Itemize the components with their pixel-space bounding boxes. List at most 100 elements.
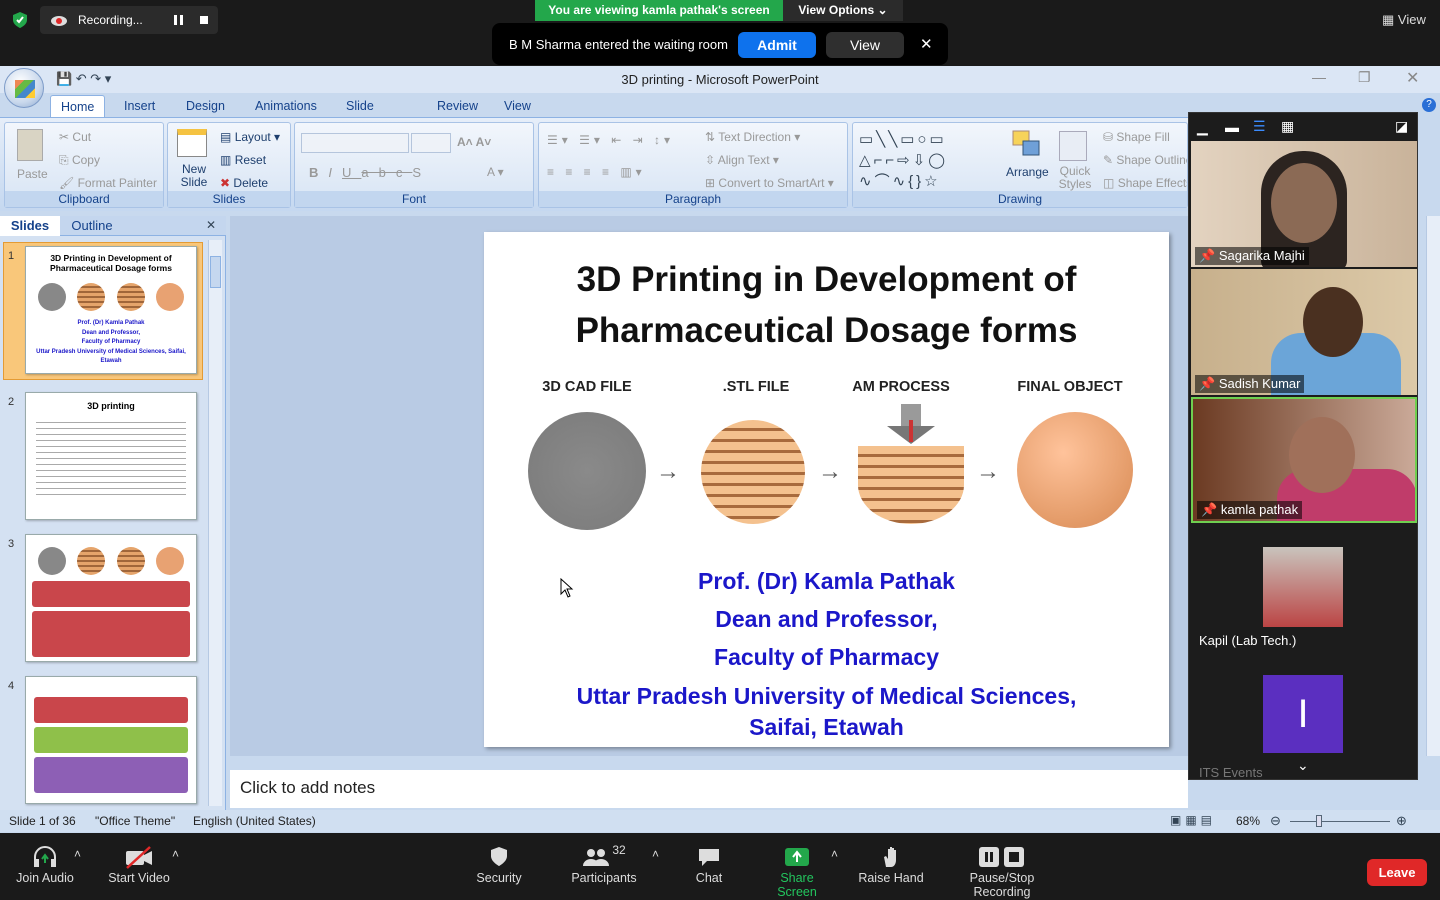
align-text-button[interactable]: ⇳ Align Text ▾ [705,153,779,167]
close-icon[interactable]: ✕ [920,35,933,53]
convert-smartart-button[interactable]: ⊞ Convert to SmartArt ▾ [705,176,834,190]
admit-button[interactable]: Admit [738,32,816,58]
minimize-gallery-icon[interactable]: ▁ [1197,119,1208,136]
participant-name-text: Sadish Kumar [1218,376,1301,391]
tab-insert[interactable]: Insert [114,95,165,117]
recording-indicator[interactable]: Recording... [40,6,218,34]
slide-scrollbar[interactable] [1426,216,1440,756]
copy-button[interactable]: ⎘ Copy [59,153,100,168]
font-grow-shrink-icon[interactable]: A˄ A˅ [457,135,491,149]
zoom-level[interactable]: 68% [1236,814,1260,828]
shape-fill-button[interactable]: ⛁ Shape Fill [1103,130,1170,144]
chat-button[interactable]: Chat [686,843,732,885]
leave-button[interactable]: Leave [1367,859,1427,886]
list-buttons[interactable]: ☰▾ ☰▾ ⇤ ⇥ ↕▾ [547,133,674,147]
current-slide[interactable]: 3D Printing in Development of Pharmaceut… [484,232,1169,747]
speaker-view-icon[interactable]: ☰ [1253,118,1266,135]
security-button[interactable]: Security [470,843,528,885]
share-screen-button[interactable]: Share Screen [760,843,834,899]
thumb-box [34,727,188,753]
quick-styles-button[interactable]: Quick Styles [1055,165,1095,191]
tab-animations[interactable]: Animations [245,95,327,117]
thumb-line: Uttar Pradesh University of Medical Scie… [36,348,186,365]
shape-outline-button[interactable]: ✎ Shape Outline [1103,153,1187,167]
tab-slides[interactable]: Slides [0,216,60,236]
font-color-icon[interactable]: A ▾ [487,165,504,179]
raise-hand-button[interactable]: Raise Hand [858,843,924,885]
hide-video-icon[interactable]: ▬ [1225,119,1239,135]
font-format-buttons[interactable]: BIUabcS [309,165,431,180]
delete-icon: ✖ [220,176,231,190]
tab-slide-show[interactable]: Slide Show [336,95,387,135]
author-name: Prof. (Dr) Kamla Pathak [698,568,955,594]
view-waiting-button[interactable]: View [826,32,904,58]
slide-thumb-1[interactable]: 3D Printing in Development of Pharmaceut… [25,246,197,374]
thumb-title: 3D Printing in Development of Pharmaceut… [50,253,172,273]
text-direction-button[interactable]: ⇅ Text Direction ▾ [705,130,800,144]
zoom-slider[interactable]: ⊖ ⊕ [1270,813,1410,829]
pause-icon[interactable] [174,15,183,25]
cut-button[interactable]: ✂ Cut [59,130,91,144]
arrow-icon: → [656,458,680,485]
new-slide-button[interactable]: New Slide [176,163,212,189]
slide-thumb-4[interactable] [25,676,197,804]
thumb-sphere [77,283,106,311]
font-size-select[interactable] [411,133,451,153]
notes-pane[interactable]: Click to add notes [230,770,1188,808]
help-icon[interactable]: ? [1422,98,1436,112]
view-options-label: View Options [798,3,875,17]
video-tile-its-events[interactable]: I ITS Events ⌄ [1191,653,1417,779]
video-tile-kamla[interactable]: 📌 kamla pathak [1191,397,1417,523]
stop-icon[interactable] [200,16,208,24]
gallery-view-icon[interactable]: ▦ [1281,118,1294,135]
chevron-down-icon[interactable]: ⌄ [1297,757,1309,774]
pause-stop-icon [940,843,1064,871]
format-painter-button[interactable]: 🖌 Format Painter [59,176,157,190]
chevron-up-icon[interactable]: ˄ [74,847,81,861]
thumb-box [34,757,188,793]
tab-review[interactable]: Review [427,95,488,117]
tab-design[interactable]: Design [176,95,235,117]
view-options-button[interactable]: View Options ⌄ [783,0,903,21]
join-audio-button[interactable]: Join Audio [14,843,76,885]
shape-effects-button[interactable]: ◫ Shape Effects [1103,176,1187,190]
scroll-thumb[interactable] [210,256,221,288]
video-tile-sadish[interactable]: 📌 Sadish Kumar [1191,269,1417,395]
copy-icon: ⎘ [59,153,69,167]
zoom-in-icon[interactable]: ⊕ [1396,813,1407,829]
video-tile-sagarika[interactable]: 📌 Sagarika Majhi [1191,141,1417,267]
panel-tab-bar: Slides Outline ✕ [0,216,226,236]
paste-button[interactable]: Paste [17,167,48,181]
slide-thumb-3[interactable] [25,534,197,662]
close-window-icon[interactable]: ✕ [1406,68,1419,88]
view-buttons[interactable]: ▣▦▤ [1170,813,1216,827]
chevron-up-icon[interactable]: ˄ [831,847,838,861]
exit-fullscreen-icon[interactable]: ◪ [1395,118,1408,135]
chevron-up-icon[interactable]: ˄ [652,847,659,861]
tab-outline[interactable]: Outline [64,216,120,236]
arrange-button[interactable]: Arrange [1006,165,1049,179]
zoom-thumb[interactable] [1316,815,1322,827]
start-video-button[interactable]: Start Video [104,843,174,885]
zoom-out-icon[interactable]: ⊖ [1270,813,1281,829]
reset-button[interactable]: ▥ Reset [220,153,266,167]
shapes-gallery[interactable]: ▭╲╲▭○▭ △⌐⌐⇨⇩◯ ∿⌒∿{}☆ [859,129,999,191]
align-buttons[interactable]: ≡ ≡ ≡ ≡ ▥▾ [547,165,646,179]
chevron-up-icon[interactable]: ˄ [172,847,179,861]
participants-button[interactable]: 32 Participants [568,843,640,885]
layout-button[interactable]: ▤ Layout ▾ [220,130,280,144]
delete-button[interactable]: ✖ Delete [220,176,268,190]
view-button[interactable]: ▦ View [1382,12,1426,28]
slide-thumb-2[interactable]: 3D printing [25,392,197,520]
close-panel-icon[interactable]: ✕ [206,218,216,232]
tab-home[interactable]: Home [50,95,106,117]
font-family-select[interactable] [301,133,409,153]
restore-icon[interactable]: ❐ [1358,69,1371,86]
video-tile-kapil[interactable]: Kapil (Lab Tech.) [1191,525,1417,651]
pause-stop-recording-button[interactable]: Pause/Stop Recording [940,843,1064,899]
tab-view[interactable]: View [494,95,541,117]
waiting-room-notification: B M Sharma entered the waiting room Admi… [492,23,948,65]
status-bar: Slide 1 of 36 "Office Theme" English (Un… [0,810,1440,832]
panel-scrollbar[interactable] [208,240,222,806]
minimize-icon[interactable]: — [1312,69,1326,85]
